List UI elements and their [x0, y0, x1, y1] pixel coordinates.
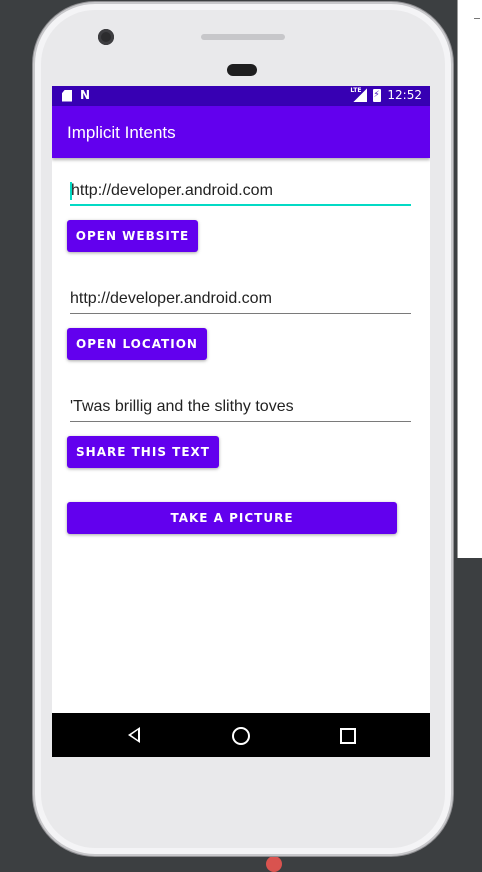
sensor-pill: [227, 64, 257, 76]
back-icon[interactable]: [128, 727, 140, 743]
recents-icon[interactable]: [340, 728, 356, 744]
sd-card-icon: [62, 89, 72, 102]
app-bar: Implicit Intents: [52, 106, 430, 158]
location-input[interactable]: http://developer.android.com: [70, 288, 411, 314]
n-notification-icon: N: [80, 88, 91, 102]
share-text-button[interactable]: SHARE THIS TEXT: [67, 436, 219, 468]
open-location-button[interactable]: OPEN LOCATION: [67, 328, 207, 360]
home-icon[interactable]: [232, 727, 250, 745]
open-website-label: OPEN WEBSITE: [75, 229, 190, 243]
status-bar: N LTE 12:52: [52, 86, 430, 106]
panel-minimize-icon[interactable]: [474, 18, 480, 19]
app-title: Implicit Intents: [67, 123, 176, 142]
network-type-label: LTE: [350, 87, 362, 94]
battery-charging-icon: [373, 88, 382, 102]
location-text: http://developer.android.com: [70, 290, 272, 307]
front-camera: [98, 29, 114, 45]
notification-badge-icon: [266, 856, 282, 872]
open-location-label: OPEN LOCATION: [76, 337, 198, 351]
share-text-input[interactable]: 'Twas brillig and the slithy toves: [70, 396, 411, 422]
navigation-bar: [52, 713, 430, 757]
website-url-input[interactable]: http://developer.android.com: [70, 180, 411, 206]
ide-side-panel: [457, 0, 482, 558]
earpiece-speaker: [201, 34, 285, 40]
status-clock: 12:52: [387, 88, 422, 102]
status-left-icons: N: [62, 89, 90, 102]
status-right-icons: LTE 12:52: [350, 87, 422, 102]
lte-signal-icon: LTE: [350, 87, 368, 102]
share-text-value: 'Twas brillig and the slithy toves: [70, 398, 294, 415]
website-url-text: http://developer.android.com: [71, 182, 273, 199]
take-picture-label: TAKE A PICTURE: [170, 511, 294, 525]
take-picture-button[interactable]: TAKE A PICTURE: [67, 502, 397, 534]
device-screen: N LTE 12:52 Implicit Intents http://deve…: [52, 86, 430, 757]
text-cursor: [70, 182, 72, 200]
share-text-label: SHARE THIS TEXT: [76, 445, 210, 459]
open-website-button[interactable]: OPEN WEBSITE: [67, 220, 198, 252]
